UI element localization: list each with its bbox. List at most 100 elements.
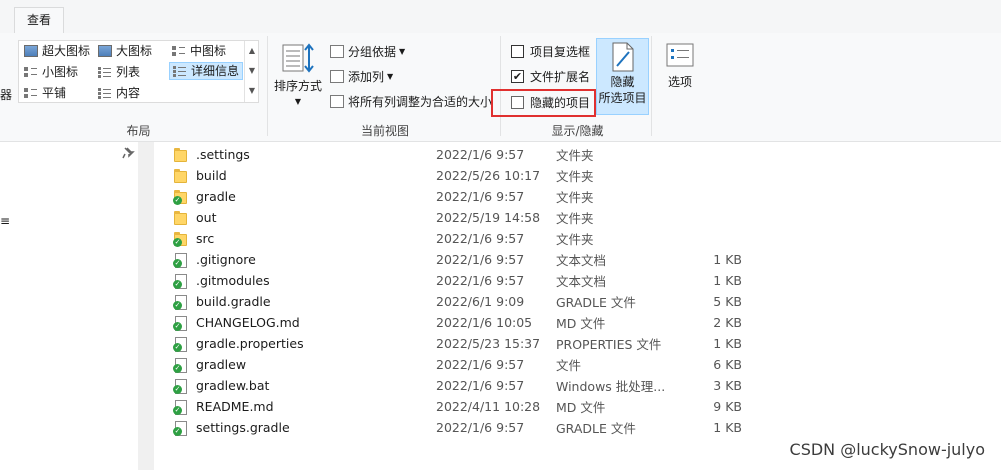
hide-selected-label-line2: 所选项目: [598, 91, 647, 105]
file-icon: ✓: [172, 294, 190, 310]
expand-gallery-icon[interactable]: ▼: [245, 81, 259, 101]
file-size: 5 KB: [713, 294, 742, 309]
file-name: out: [196, 210, 217, 225]
file-date-modified: 2022/1/6 9:57: [436, 252, 525, 267]
large-icons-icon: [98, 45, 112, 57]
folder-icon: ✓: [172, 231, 190, 247]
layout-item-label: 大图标: [116, 44, 153, 58]
file-extensions-toggle[interactable]: ✔ 文件扩展名: [511, 68, 590, 85]
layout-item-label: 超大图标: [42, 44, 91, 58]
layout-content[interactable]: 内容: [98, 84, 140, 102]
navigation-pane[interactable]: [0, 142, 138, 470]
file-date-modified: 2022/5/19 14:58: [436, 210, 541, 225]
item-checkboxes-label: 项目复选框: [530, 45, 591, 59]
file-row[interactable]: .settings 2022/1/6 9:57 文件夹: [172, 144, 772, 165]
file-row[interactable]: ✓ .gitmodules 2022/1/6 9:57 文本文档 1 KB: [172, 270, 772, 291]
file-row[interactable]: ✓ src 2022/1/6 9:57 文件夹: [172, 228, 772, 249]
layout-item-label: 中图标: [190, 44, 227, 58]
fit-columns-button[interactable]: 将所有列调整为合适的大小: [330, 93, 492, 110]
file-row[interactable]: ✓ settings.gradle 2022/1/6 9:57 GRADLE 文件 1 …: [172, 417, 772, 438]
file-date-modified: 2022/4/11 10:28: [436, 399, 541, 414]
layout-large-icons[interactable]: 大图标: [98, 42, 152, 60]
file-type: 文件: [556, 358, 582, 373]
add-column-button[interactable]: 添加列 ▼: [330, 68, 393, 85]
file-row[interactable]: ✓ gradlew.bat 2022/1/6 9:57 Windows 批处理... 3…: [172, 375, 772, 396]
file-type: MD 文件: [556, 316, 606, 331]
options-icon: [666, 43, 694, 67]
highlight-annotation: [491, 89, 596, 117]
file-type: Windows 批处理...: [556, 379, 666, 394]
options-label: 选项: [667, 75, 692, 89]
pane-divider[interactable]: [138, 142, 154, 470]
file-row[interactable]: out 2022/5/19 14:58 文件夹: [172, 207, 772, 228]
group-by-button[interactable]: 分组依据 ▼: [330, 43, 405, 60]
file-row[interactable]: ✓ CHANGELOG.md 2022/1/6 10:05 MD 文件 2 KB: [172, 312, 772, 333]
folder-icon: [172, 168, 190, 184]
sort-by-button[interactable]: 排序方式 ▼: [272, 40, 324, 114]
file-type: 文件夹: [556, 211, 594, 226]
file-name: gradlew: [196, 357, 247, 372]
git-status-icon: ✓: [173, 279, 182, 289]
group-label-current-view: 当前视图: [360, 124, 409, 138]
file-row[interactable]: ✓ build.gradle 2022/6/1 9:09 GRADLE 文件 5 KB: [172, 291, 772, 312]
pin-icon[interactable]: [121, 146, 135, 160]
layout-small-icons[interactable]: 小图标: [24, 63, 78, 81]
file-size: 6 KB: [713, 357, 742, 372]
sort-by-label: 排序方式: [273, 79, 322, 93]
file-row[interactable]: ✓ .gitignore 2022/1/6 9:57 文本文档 1 KB: [172, 249, 772, 270]
git-status-icon: ✓: [173, 426, 182, 436]
file-extensions-checkbox[interactable]: ✔: [511, 70, 524, 83]
layout-item-label: 内容: [116, 86, 141, 100]
file-row[interactable]: ✓ gradle 2022/1/6 9:57 文件夹: [172, 186, 772, 207]
file-type: 文件夹: [556, 232, 594, 247]
git-status-icon: ✓: [173, 363, 182, 373]
tab-view[interactable]: 查看: [14, 7, 64, 33]
file-icon: ✓: [172, 273, 190, 289]
file-size: 1 KB: [713, 273, 742, 288]
group-by-dropdown-icon: ▼: [399, 47, 406, 56]
options-button[interactable]: 选项: [658, 42, 702, 112]
layout-list[interactable]: 列表: [98, 63, 140, 81]
scroll-up-icon[interactable]: ▲: [245, 41, 259, 61]
layout-medium-icons[interactable]: 中图标: [172, 42, 226, 60]
layout-tiles[interactable]: 平铺: [24, 84, 66, 102]
item-checkboxes-checkbox[interactable]: [511, 45, 524, 58]
file-name: gradlew.bat: [196, 378, 270, 393]
file-date-modified: 2022/1/6 9:57: [436, 420, 525, 435]
file-icon: ✓: [172, 252, 190, 268]
medium-icons-icon: [172, 45, 186, 57]
sort-icon: [282, 43, 314, 73]
hide-selected-label-line1: 隐藏: [610, 75, 635, 89]
file-name: build: [196, 168, 227, 183]
layout-item-label: 列表: [116, 65, 141, 79]
add-column-dropdown-icon: ▼: [387, 72, 394, 81]
folder-icon: ✓: [172, 189, 190, 205]
file-name: gradle: [196, 189, 236, 204]
hide-selected-items-button[interactable]: 隐藏 所选项目: [596, 38, 649, 115]
layout-extra-large-icons[interactable]: 超大图标: [24, 42, 90, 60]
sort-dropdown-icon: ▼: [294, 97, 302, 106]
extra-large-icons-icon: [24, 45, 38, 57]
file-row[interactable]: ✓ gradlew 2022/1/6 9:57 文件 6 KB: [172, 354, 772, 375]
file-icon: ✓: [172, 420, 190, 436]
scroll-down-icon[interactable]: ▼: [245, 61, 259, 81]
layout-item-label: 详细信息: [191, 64, 240, 78]
file-icon: ✓: [172, 399, 190, 415]
file-name: build.gradle: [196, 294, 271, 309]
layout-gallery-scroller[interactable]: ▲ ▼ ▼: [244, 41, 259, 102]
watermark: CSDN @luckySnow-julyo: [789, 440, 985, 459]
git-status-icon: ✓: [173, 384, 182, 394]
file-date-modified: 2022/1/6 9:57: [436, 357, 525, 372]
file-date-modified: 2022/1/6 9:57: [436, 231, 525, 246]
file-row[interactable]: ✓ gradle.properties 2022/5/23 15:37 PROPERT…: [172, 333, 772, 354]
file-name: settings.gradle: [196, 420, 290, 435]
item-checkboxes-toggle[interactable]: 项目复选框: [511, 43, 590, 60]
group-label-show-hide: 显示/隐藏: [551, 124, 604, 138]
file-type: 文件夹: [556, 169, 594, 184]
file-row[interactable]: ✓ README.md 2022/4/11 10:28 MD 文件 9 KB: [172, 396, 772, 417]
file-row[interactable]: build 2022/5/26 10:17 文件夹: [172, 165, 772, 186]
file-type: GRADLE 文件: [556, 421, 636, 436]
file-name: CHANGELOG.md: [196, 315, 300, 330]
layout-details[interactable]: 详细信息: [169, 62, 243, 80]
file-type: 文本文档: [556, 274, 607, 289]
